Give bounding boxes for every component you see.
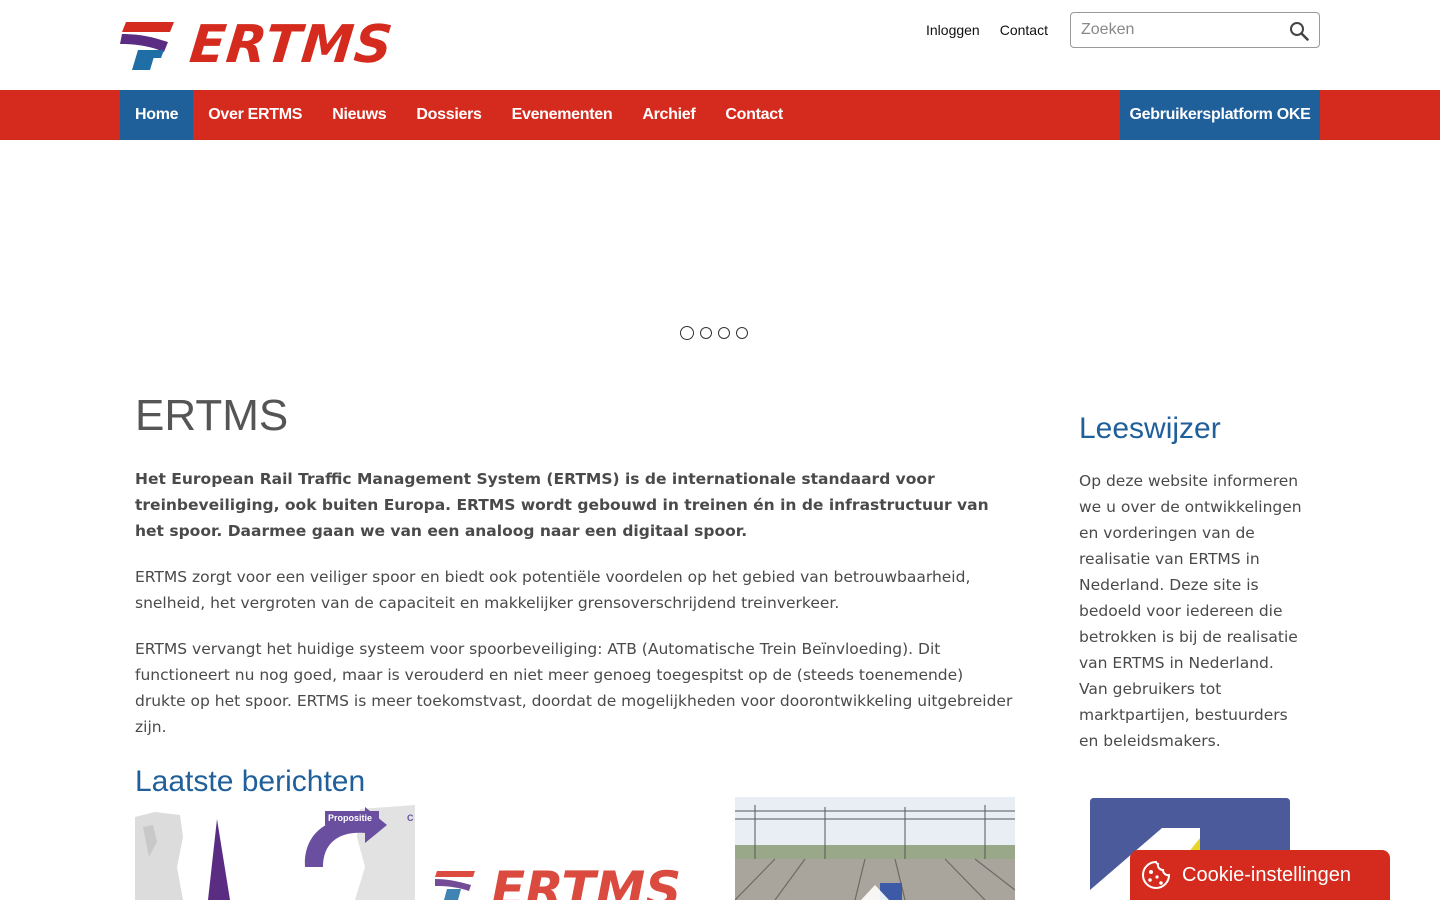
page-title: ERTMS: [135, 391, 289, 440]
main-content: ERTMS Het European Rail Traffic Manageme…: [135, 390, 1015, 802]
search-box: [1070, 12, 1320, 48]
intro-lead: Het European Rail Traffic Management Sys…: [135, 470, 989, 540]
nav-item-home[interactable]: Home: [120, 90, 194, 140]
search-input[interactable]: [1081, 21, 1281, 39]
latest-news-heading: Laatste berichten: [135, 765, 366, 798]
header: ERTMS Inloggen Contact: [0, 0, 1440, 90]
site-logo[interactable]: ERTMS: [120, 15, 410, 75]
platform-oke-button[interactable]: Gebruikersplatform OKE: [1120, 90, 1320, 140]
body-paragraph-1: ERTMS zorgt voor een veiliger spoor en b…: [135, 568, 971, 612]
news-card-1[interactable]: Propositie C: [135, 797, 415, 900]
body-paragraph-2: ERTMS vervangt het huidige systeem voor …: [135, 640, 1013, 736]
main-navigation: Home Over ERTMS Nieuws Dossiers Evenemen…: [0, 90, 1440, 140]
svg-text:C: C: [407, 813, 414, 823]
nav-item-archief[interactable]: Archief: [627, 90, 710, 140]
cookie-settings-button[interactable]: Cookie-instellingen: [1130, 850, 1390, 900]
slider-pagination: [680, 326, 748, 340]
login-link[interactable]: Inloggen: [926, 22, 980, 38]
ertms-logo-icon: [120, 22, 174, 70]
sidebar: Leeswijzer Op deze website informeren we…: [1079, 408, 1304, 754]
card-1-label: Propositie: [328, 813, 372, 823]
nav-item-contact[interactable]: Contact: [710, 90, 797, 140]
nav-item-over-ertms[interactable]: Over ERTMS: [193, 90, 317, 140]
news-cards: Propositie C ERTMS: [135, 797, 1015, 900]
search-icon[interactable]: [1289, 21, 1309, 41]
nav-item-dossiers[interactable]: Dossiers: [401, 90, 496, 140]
utility-links: Inloggen Contact: [926, 22, 1048, 38]
nav-item-evenementen[interactable]: Evenementen: [497, 90, 628, 140]
ertms-logo-image: ERTMS: [435, 797, 715, 900]
slider-dot-2[interactable]: [700, 327, 712, 339]
contact-link-top[interactable]: Contact: [1000, 22, 1048, 38]
reading-guide-text: Op deze website informeren we u over de …: [1079, 472, 1302, 750]
nav-item-nieuws[interactable]: Nieuws: [317, 90, 401, 140]
logo-text: ERTMS: [186, 15, 397, 75]
cookie-icon: [1142, 860, 1171, 889]
railway-photo-image: [735, 797, 1015, 900]
news-card-3[interactable]: [735, 797, 1015, 900]
card-2-label: ERTMS: [491, 861, 681, 900]
news-card-2[interactable]: ERTMS: [435, 797, 715, 900]
slider-dot-3[interactable]: [718, 327, 730, 339]
reading-guide-heading: Leeswijzer: [1079, 412, 1221, 445]
nav-menu: Home Over ERTMS Nieuws Dossiers Evenemen…: [120, 90, 798, 140]
cookie-settings-label: Cookie-instellingen: [1182, 863, 1351, 886]
slider-dot-1[interactable]: [680, 326, 694, 340]
map-diagram-image: Propositie C: [135, 797, 415, 900]
slider-dot-4[interactable]: [736, 327, 748, 339]
